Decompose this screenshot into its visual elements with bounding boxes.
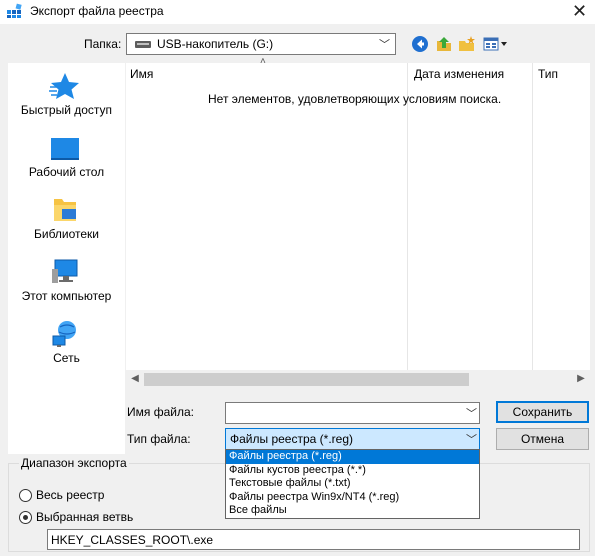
folder-value: USB-накопитель (G:) <box>157 37 274 51</box>
window-title: Экспорт файла реестра <box>30 4 164 18</box>
file-list[interactable]: ˄ Имя Дата изменения Тип Нет элементов, … <box>126 56 590 389</box>
new-folder-icon[interactable] <box>458 35 476 53</box>
filetype-option[interactable]: Файлы реестра Win9x/NT4 (*.reg) <box>226 491 479 505</box>
folder-label: Папка: <box>84 37 122 51</box>
radio-selected-branch[interactable] <box>19 511 32 524</box>
radio-selected-branch-label[interactable]: Выбранная ветвь <box>36 510 133 524</box>
sort-ascending-icon: ˄ <box>260 56 266 67</box>
filetype-option[interactable]: Файлы кустов реестра (*.*) <box>226 464 479 478</box>
place-quick-access[interactable]: Быстрый доступ <box>8 63 125 125</box>
up-folder-icon[interactable] <box>435 35 453 53</box>
column-divider <box>407 63 408 370</box>
column-header-date[interactable]: Дата изменения <box>414 67 504 81</box>
filetype-option[interactable]: Файлы реестра (*.reg) <box>226 450 479 464</box>
back-icon[interactable] <box>411 35 429 53</box>
chevron-down-icon: ﹀ <box>379 39 390 51</box>
chevron-down-icon[interactable]: ﹀ <box>466 405 477 421</box>
place-label: Рабочий стол <box>28 165 105 179</box>
filetype-option[interactable]: Текстовые файлы (*.txt) <box>226 477 479 491</box>
column-header-type[interactable]: Тип <box>538 67 558 81</box>
scrollbar-thumb[interactable] <box>144 373 469 386</box>
radio-whole-registry[interactable] <box>19 489 32 502</box>
filetype-label: Тип файла: <box>127 432 191 446</box>
libraries-icon <box>54 199 76 221</box>
radio-whole-registry-label[interactable]: Весь реестр <box>36 488 104 502</box>
save-button[interactable]: Сохранить <box>496 401 589 423</box>
scroll-left-icon[interactable]: ◀ <box>128 372 142 386</box>
view-menu-icon[interactable] <box>483 35 509 53</box>
filename-label: Имя файла: <box>127 405 194 419</box>
column-divider <box>532 63 533 370</box>
place-this-pc[interactable]: Этот компьютер <box>8 249 125 311</box>
title-bar: Экспорт файла реестра ✕ <box>0 0 595 24</box>
filetype-dropdown[interactable]: Файлы реестра (*.reg) ﹀ <box>225 428 480 450</box>
registry-app-icon <box>7 3 22 18</box>
usb-drive-icon <box>135 41 151 48</box>
export-range-title: Диапазон экспорта <box>19 456 129 470</box>
horizontal-scrollbar[interactable]: ◀ ▶ <box>126 370 590 389</box>
cancel-button[interactable]: Отмена <box>496 428 589 450</box>
place-label: Быстрый доступ <box>20 103 113 117</box>
network-icon <box>52 321 76 347</box>
column-header-name[interactable]: Имя <box>130 67 153 81</box>
branch-path-input[interactable]: HKEY_CLASSES_ROOT\.exe <box>47 529 580 550</box>
filetype-option[interactable]: Все файлы <box>226 504 479 518</box>
places-bar: Быстрый доступ Рабочий стол Библиотеки Э… <box>8 63 125 454</box>
place-network[interactable]: Сеть <box>8 311 125 373</box>
folder-dropdown[interactable]: USB-накопитель (G:) ﹀ <box>126 33 396 55</box>
close-button[interactable]: ✕ <box>564 0 595 24</box>
empty-message: Нет элементов, удовлетворяющих условиям … <box>208 92 502 106</box>
star-icon <box>49 73 79 99</box>
filename-input[interactable]: ﹀ <box>225 402 480 424</box>
place-desktop[interactable]: Рабочий стол <box>8 125 125 187</box>
chevron-down-icon: ﹀ <box>466 434 477 446</box>
place-label: Библиотеки <box>33 227 99 241</box>
place-label: Этот компьютер <box>21 289 112 303</box>
place-libraries[interactable]: Библиотеки <box>8 187 125 249</box>
filetype-value: Файлы реестра (*.reg) <box>230 432 353 446</box>
branch-path-value: HKEY_CLASSES_ROOT\.exe <box>51 533 214 547</box>
place-label: Сеть <box>53 351 80 365</box>
scroll-right-icon[interactable]: ▶ <box>574 372 588 386</box>
computer-icon <box>52 259 78 283</box>
filetype-options-list[interactable]: Файлы реестра (*.reg) Файлы кустов реест… <box>225 449 480 519</box>
desktop-icon <box>51 138 79 160</box>
radio-selected-dot <box>23 515 28 520</box>
